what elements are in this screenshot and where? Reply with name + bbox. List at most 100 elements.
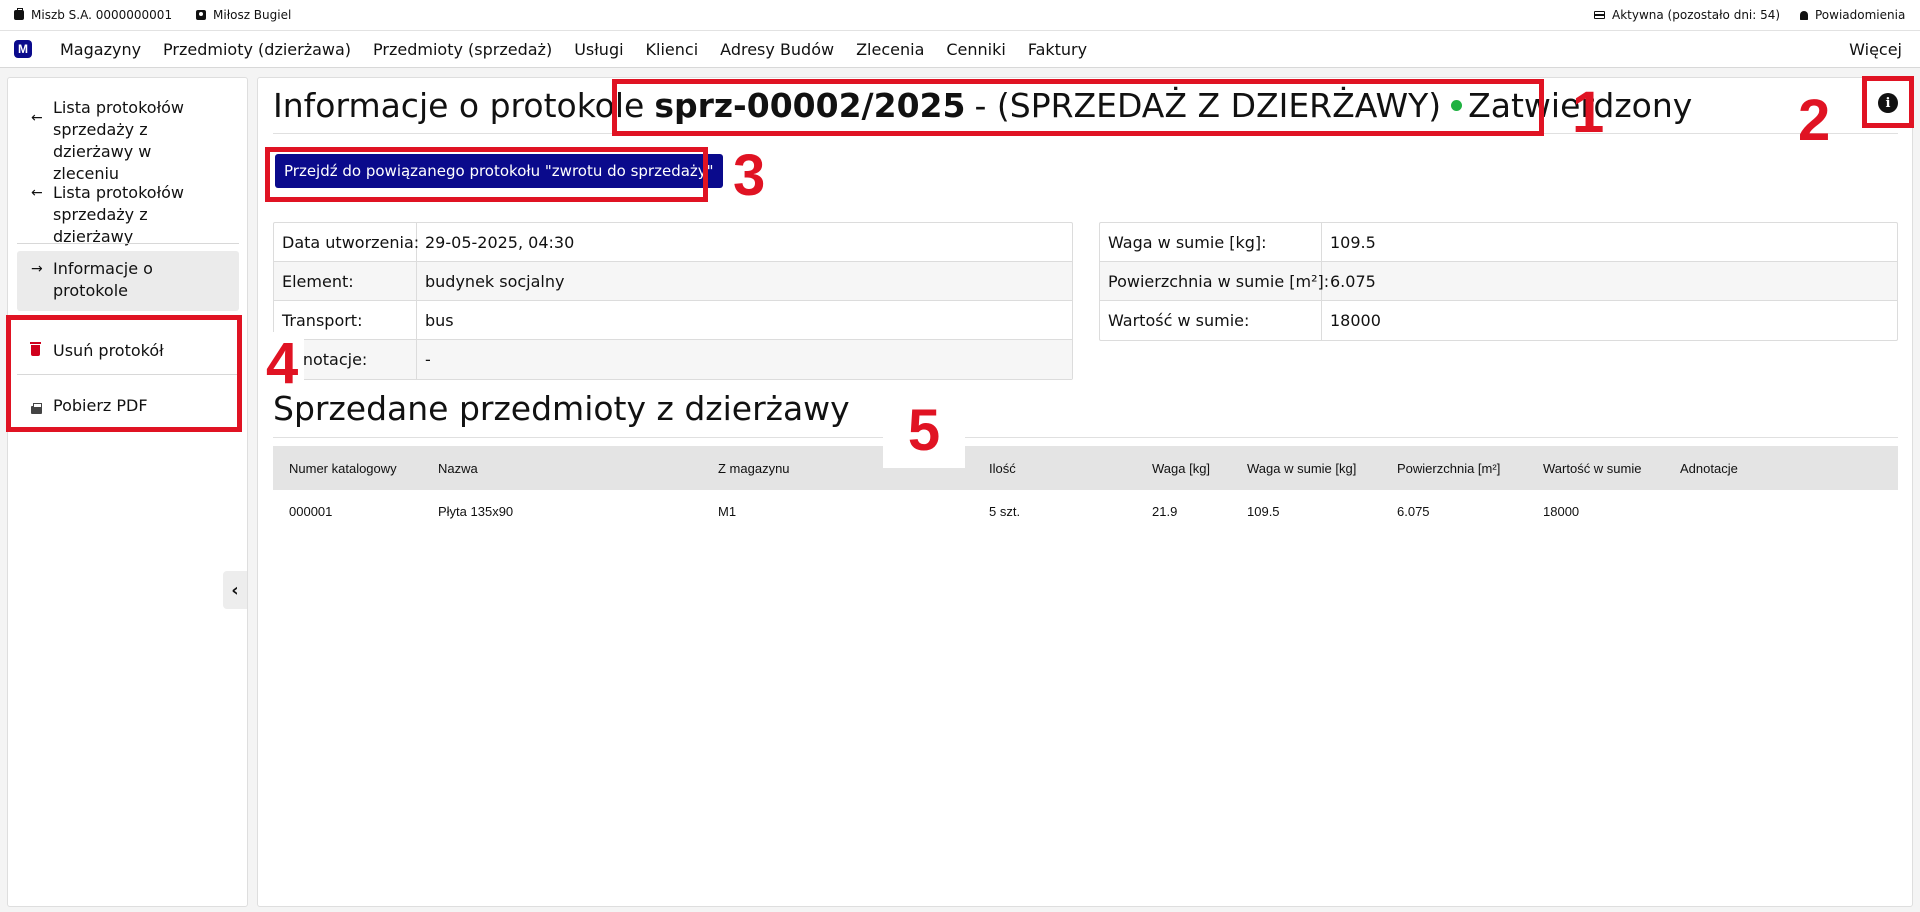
table-cell: 109.5 — [1247, 503, 1280, 519]
table-cell: 21.9 — [1152, 503, 1178, 519]
col-header[interactable]: Ilość — [989, 446, 1016, 490]
nav-klienci[interactable]: Klienci — [646, 40, 699, 59]
detail-value: 18000 — [1330, 311, 1381, 330]
main-navbar: M Magazyny Przedmioty (dzierżawa) Przedm… — [0, 31, 1920, 68]
bell-icon — [1800, 10, 1808, 20]
detail-row: Transport: bus — [274, 301, 1072, 340]
user-badge-icon — [196, 10, 206, 20]
detail-value: budynek socjalny — [425, 271, 565, 291]
nav-przedmioty-sprzedaz[interactable]: Przedmioty (sprzedaż) — [373, 40, 552, 59]
details-left-table: Data utworzenia: 29-05-2025, 04:30 Eleme… — [273, 222, 1073, 380]
detail-row: Adnotacje: - — [274, 340, 1072, 379]
sidebar-item-label: Pobierz PDF — [53, 396, 148, 415]
main-content: Informacje o protokole sprz-00002/2025 -… — [257, 77, 1913, 907]
sidebar-item-label: Lista protokołów sprzedaży z dzierżawy — [53, 183, 184, 246]
page-title: Informacje o protokole sprz-00002/2025 -… — [273, 86, 1692, 125]
sidebar: ← Lista protokołów sprzedaży z dzierżawy… — [7, 77, 248, 907]
sidebar-item-protocol-info[interactable]: → Informacje o protokole — [17, 251, 239, 311]
col-header[interactable]: Waga w sumie [kg] — [1247, 446, 1356, 490]
detail-value: 109.5 — [1330, 232, 1376, 252]
sidebar-item-label: Usuń protokół — [53, 341, 164, 360]
table-row[interactable]: 000001 Płyta 135x90 M1 5 szt. 21.9 109.5… — [273, 490, 1898, 532]
protocol-number: sprz-00002/2025 — [654, 86, 966, 125]
table-cell: Płyta 135x90 — [438, 503, 514, 519]
arrow-left-icon: ← — [31, 185, 43, 201]
nav-uslugi[interactable]: Usługi — [574, 40, 623, 59]
notifications-button[interactable]: Powiadomienia — [1800, 8, 1905, 22]
sidebar-collapse-button[interactable]: ‹ — [223, 571, 247, 609]
detail-key: Waga w sumie [kg]: — [1100, 223, 1322, 261]
arrow-right-icon: → — [31, 261, 43, 277]
subscription-text: Aktywna (pozostało dni: 54) — [1612, 8, 1781, 22]
sidebar-divider — [17, 374, 239, 375]
sidebar-item-list-in-order[interactable]: ← Lista protokołów sprzedaży z dzierżawy… — [17, 97, 239, 185]
detail-row: Data utworzenia: 29-05-2025, 04:30 — [274, 223, 1072, 262]
section-divider — [273, 437, 1898, 438]
col-header[interactable]: Powierzchnia [m²] — [1397, 446, 1500, 490]
app-logo[interactable]: M — [14, 40, 32, 58]
detail-key: Data utworzenia: — [274, 223, 419, 261]
nav-more-button[interactable]: Więcej — [1849, 40, 1902, 59]
trash-icon — [30, 342, 41, 356]
nav-links: Magazyny Przedmioty (dzierżawa) Przedmio… — [60, 31, 1109, 68]
annotation-number-3: 3 — [733, 143, 766, 208]
detail-value: - — [425, 350, 431, 369]
col-header[interactable]: Nazwa — [438, 446, 478, 490]
nav-zlecenia[interactable]: Zlecenia — [856, 40, 924, 59]
sidebar-item-list-all[interactable]: ← Lista protokołów sprzedaży z dzierżawy — [17, 182, 239, 248]
sidebar-item-label: Lista protokołów sprzedaży z dzierżawy w… — [53, 98, 184, 183]
top-bar: Miszb S.A. 0000000001 Miłosz Bugiel Akty… — [0, 0, 1920, 31]
table-cell: 6.075 — [1397, 503, 1430, 519]
annotation-number-1: 1 — [1572, 80, 1605, 145]
nav-faktury[interactable]: Faktury — [1028, 40, 1087, 59]
detail-value: bus — [425, 310, 454, 330]
items-table: Numer katalogowy Nazwa Z magazynu Ilość … — [273, 446, 1898, 532]
detail-row: Wartość w sumie: 18000 — [1100, 301, 1897, 340]
detail-value: 6.075 — [1330, 271, 1376, 291]
table-cell: 5 szt. — [989, 503, 1021, 519]
user-info[interactable]: Miłosz Bugiel — [196, 8, 291, 22]
table-cell: 18000 — [1543, 503, 1580, 519]
subscription-status[interactable]: Aktywna (pozostało dni: 54) — [1594, 8, 1780, 22]
detail-value: 29-05-2025, 04:30 — [425, 232, 575, 252]
table-cell: 000001 — [289, 503, 333, 519]
col-header[interactable]: Adnotacje — [1680, 446, 1738, 490]
annotation-number-5: 5 — [883, 400, 965, 468]
nav-adresy-budow[interactable]: Adresy Budów — [720, 40, 834, 59]
nav-przedmioty-dzierzawa[interactable]: Przedmioty (dzierżawa) — [163, 40, 351, 59]
sidebar-divider — [17, 243, 239, 244]
detail-key: Powierzchnia w sumie [m²]: — [1100, 262, 1329, 300]
page-title-prefix: Informacje o protokole — [273, 86, 645, 125]
nav-magazyny[interactable]: Magazyny — [60, 40, 141, 59]
col-header[interactable]: Z magazynu — [718, 446, 790, 490]
table-header: Numer katalogowy Nazwa Z magazynu Ilość … — [273, 446, 1898, 490]
user-name: Miłosz Bugiel — [213, 8, 292, 22]
detail-row: Element: budynek socjalny — [274, 262, 1072, 301]
printer-icon — [31, 403, 42, 414]
annotation-number-2: 2 — [1798, 88, 1831, 153]
annotation-number-4: 4 — [260, 332, 305, 393]
sidebar-item-download-pdf[interactable]: Pobierz PDF — [17, 395, 239, 418]
table-cell: M1 — [718, 503, 737, 519]
section-title: Sprzedane przedmioty z dzierżawy — [273, 389, 850, 428]
company-name: Miszb S.A. 0000000001 — [31, 8, 173, 22]
nav-cenniki[interactable]: Cenniki — [946, 40, 1005, 59]
printer-icon-wrap — [17, 395, 45, 418]
notifications-label: Powiadomienia — [1815, 8, 1906, 22]
col-header[interactable]: Wartość w sumie — [1543, 446, 1641, 490]
briefcase-icon — [14, 8, 24, 20]
col-header[interactable]: Waga [kg] — [1152, 446, 1210, 490]
detail-row: Waga w sumie [kg]: 109.5 — [1100, 223, 1897, 262]
sidebar-item-delete-protocol[interactable]: Usuń protokół — [17, 340, 239, 362]
detail-row: Powierzchnia w sumie [m²]: 6.075 — [1100, 262, 1897, 301]
status-dot — [1451, 100, 1463, 111]
col-header[interactable]: Numer katalogowy — [289, 446, 397, 490]
arrow-left-icon: ← — [31, 110, 43, 126]
details-right-table: Waga w sumie [kg]: 109.5 Powierzchnia w … — [1099, 222, 1898, 341]
sidebar-item-label: Informacje o protokole — [53, 259, 153, 300]
info-icon[interactable]: i — [1878, 93, 1898, 113]
company-info[interactable]: Miszb S.A. 0000000001 — [14, 8, 172, 22]
detail-key: Element: — [274, 262, 417, 300]
title-divider — [273, 133, 1898, 134]
go-to-related-protocol-button[interactable]: Przejdź do powiązanego protokołu "zwrotu… — [275, 154, 723, 188]
